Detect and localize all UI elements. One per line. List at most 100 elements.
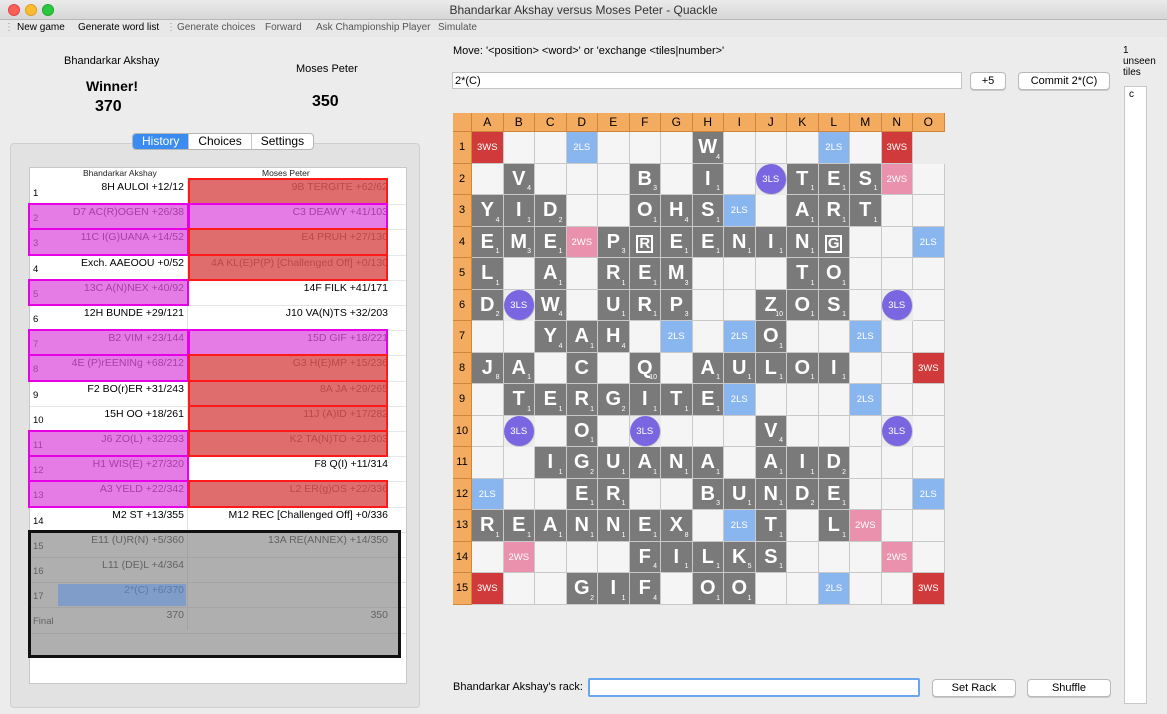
board-tile[interactable]: A1	[566, 321, 598, 353]
board-square[interactable]	[629, 132, 661, 164]
board-tile[interactable]: D2	[472, 289, 504, 321]
board-square[interactable]	[535, 132, 567, 164]
board-tile[interactable]: O1	[755, 321, 787, 353]
board-tile[interactable]: I1	[787, 447, 819, 479]
board-tile[interactable]: R1	[598, 478, 630, 510]
board-tile[interactable]: U1	[724, 478, 756, 510]
board-tile[interactable]: L1	[818, 510, 850, 542]
board-tile[interactable]: U1	[598, 447, 630, 479]
board-tile[interactable]: S1	[692, 195, 724, 227]
board-square[interactable]	[850, 352, 882, 384]
board-square[interactable]	[850, 447, 882, 479]
board-square[interactable]	[881, 573, 913, 605]
board-square-2ls[interactable]: 2LS	[850, 321, 882, 353]
board-tile[interactable]: O1	[787, 289, 819, 321]
board-square[interactable]	[881, 258, 913, 290]
board-tile[interactable]: E1	[818, 163, 850, 195]
board-square[interactable]	[881, 352, 913, 384]
board-square[interactable]	[472, 415, 504, 447]
board-square-2ls[interactable]: 2LS	[724, 510, 756, 542]
board-tile[interactable]: U1	[598, 289, 630, 321]
commit-button[interactable]: Commit 2*(C)	[1018, 72, 1110, 90]
board-tile[interactable]: M3	[503, 226, 535, 258]
board-square-3ls[interactable]: 3LS	[755, 163, 787, 195]
board-square[interactable]	[472, 384, 504, 416]
board-square[interactable]	[913, 541, 945, 573]
board-square-2ls[interactable]: 2LS	[661, 321, 693, 353]
board-square[interactable]	[787, 541, 819, 573]
board-square[interactable]	[661, 478, 693, 510]
board-square-3ws[interactable]: 3WS	[881, 132, 913, 164]
board-tile[interactable]: G2	[566, 573, 598, 605]
board-tile[interactable]: W4	[535, 289, 567, 321]
board-tile[interactable]: K5	[724, 541, 756, 573]
board-square[interactable]	[881, 226, 913, 258]
board-square-2ws[interactable]: 2WS	[503, 541, 535, 573]
board-square[interactable]	[472, 321, 504, 353]
board-tile[interactable]: T1	[755, 510, 787, 542]
board-square[interactable]	[881, 447, 913, 479]
board-square[interactable]	[535, 163, 567, 195]
tab-choices[interactable]: Choices	[189, 134, 252, 149]
board-tile[interactable]: R1	[472, 510, 504, 542]
board-square[interactable]	[598, 541, 630, 573]
history-move-player1[interactable]: 8H AULOI +12/12	[101, 181, 184, 193]
board-square[interactable]	[913, 447, 945, 479]
board-square[interactable]	[881, 478, 913, 510]
board-tile[interactable]: A1	[787, 195, 819, 227]
move-input[interactable]	[452, 72, 962, 89]
board-square[interactable]	[850, 226, 882, 258]
board-square-3ws[interactable]: 3WS	[472, 132, 504, 164]
board-tile[interactable]: E1	[472, 226, 504, 258]
board-square[interactable]	[850, 478, 882, 510]
board-square-2ls[interactable]: 2LS	[724, 195, 756, 227]
board-square[interactable]	[661, 132, 693, 164]
board-square[interactable]	[598, 195, 630, 227]
board-tile[interactable]: V4	[755, 415, 787, 447]
history-move-player1[interactable]: M2 ST +13/355	[112, 509, 184, 521]
board-tile[interactable]: E1	[566, 478, 598, 510]
board-square-2ls[interactable]: 2LS	[818, 573, 850, 605]
board-square[interactable]	[913, 163, 945, 195]
board-tile[interactable]: F4	[629, 573, 661, 605]
generate-choices-button[interactable]: Generate choices	[177, 20, 255, 36]
board-tile[interactable]: I1	[598, 573, 630, 605]
board-tile[interactable]: L1	[755, 352, 787, 384]
board-square[interactable]	[881, 321, 913, 353]
new-game-button[interactable]: New game	[17, 20, 65, 36]
board-square[interactable]	[724, 258, 756, 290]
board-tile[interactable]: I1	[661, 541, 693, 573]
board-tile[interactable]: N1	[598, 510, 630, 542]
board-square[interactable]	[566, 163, 598, 195]
board-square[interactable]	[598, 352, 630, 384]
board-square[interactable]	[818, 415, 850, 447]
board-square[interactable]	[692, 415, 724, 447]
board-square-3ws[interactable]: 3WS	[913, 352, 945, 384]
board-square[interactable]	[598, 163, 630, 195]
board-tile[interactable]: N1	[566, 510, 598, 542]
board-square[interactable]	[787, 321, 819, 353]
board-square[interactable]	[724, 163, 756, 195]
history-move-player1[interactable]: F2 BO(r)ER +31/243	[87, 383, 184, 395]
board-square[interactable]	[566, 195, 598, 227]
board-tile[interactable]: I1	[755, 226, 787, 258]
board-tile[interactable]: G2	[598, 384, 630, 416]
board-tile[interactable]: Q 10	[629, 352, 661, 384]
board-tile[interactable]: L1	[692, 541, 724, 573]
board-tile[interactable]: I1	[629, 384, 661, 416]
board-tile[interactable]: R1	[598, 258, 630, 290]
board-tile[interactable]: A1	[692, 352, 724, 384]
board-square-2ls[interactable]: 2LS	[724, 384, 756, 416]
board-tile[interactable]: D2	[818, 447, 850, 479]
board-square[interactable]	[818, 541, 850, 573]
board-tile[interactable]: I1	[692, 163, 724, 195]
board-square[interactable]	[535, 478, 567, 510]
board-tile[interactable]: T1	[503, 384, 535, 416]
board-square-3ls[interactable]: 3LS	[881, 289, 913, 321]
board-square-3ls[interactable]: 3LS	[503, 289, 535, 321]
board-tile[interactable]: J8	[472, 352, 504, 384]
board-tile[interactable]: V4	[503, 163, 535, 195]
board-tile[interactable]: T1	[850, 195, 882, 227]
board-tile[interactable]: A1	[535, 510, 567, 542]
history-move-player2[interactable]: J10 VA(N)TS +32/203	[286, 307, 388, 319]
